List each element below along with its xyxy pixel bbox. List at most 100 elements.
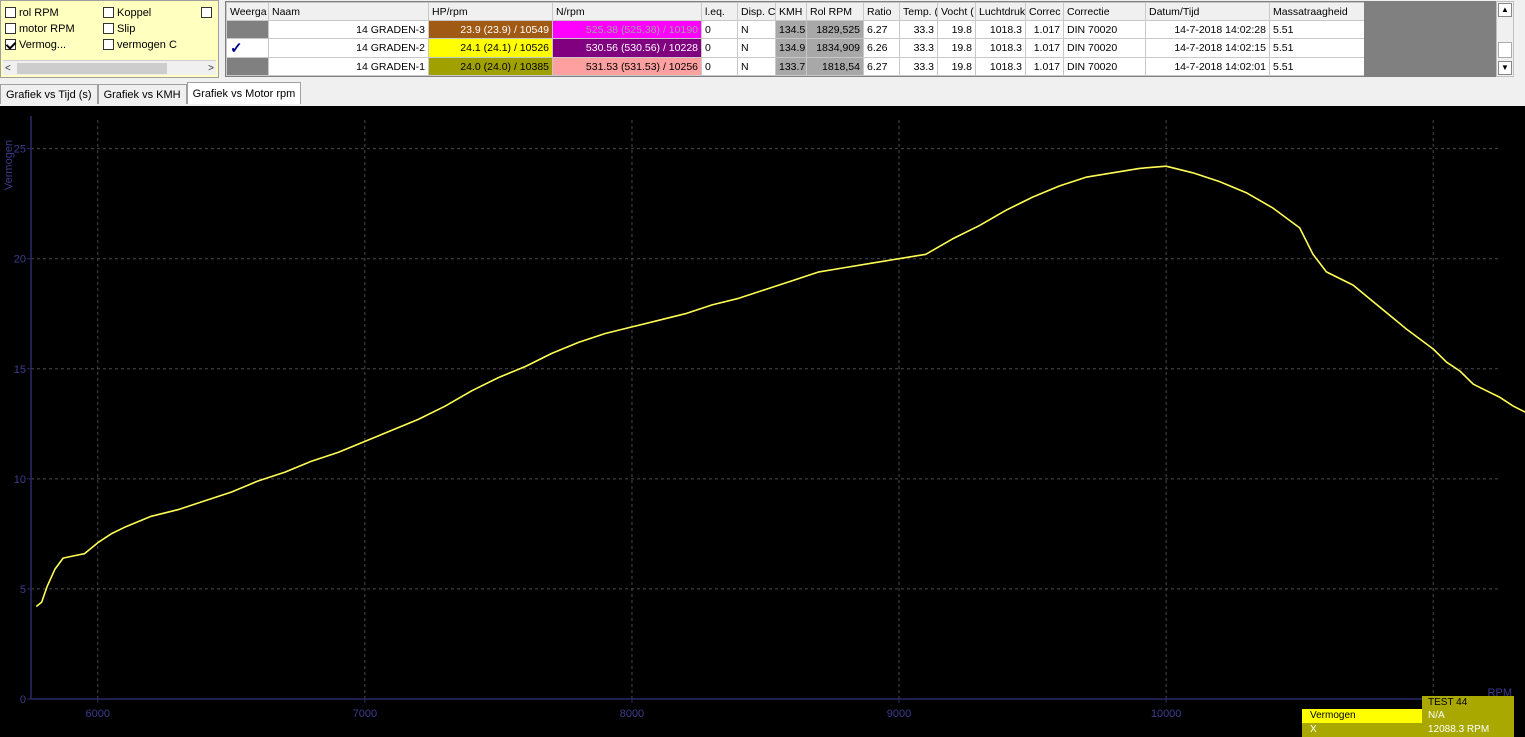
tab-grafiek-vs-tijd[interactable]: Grafiek vs Tijd (s) xyxy=(0,84,98,104)
readout-value: N/A xyxy=(1422,709,1514,723)
runs-vertical-scrollbar[interactable]: ▲ ▼ xyxy=(1496,1,1514,77)
table-row[interactable]: 14 GRADEN-3 23.9 (23.9) / 10549 525.38 (52… xyxy=(226,20,1364,39)
option-koppel[interactable]: Koppel xyxy=(103,5,151,20)
readout-row-x: X 12088.3 RPM xyxy=(1302,723,1514,737)
option-label: vermogen C xyxy=(117,38,177,51)
cell-temp: 33.3 xyxy=(899,57,938,76)
scroll-down-icon[interactable]: ▼ xyxy=(1498,61,1512,75)
column-header[interactable]: Naam xyxy=(268,2,429,21)
cell-correctie: DIN 70020 xyxy=(1063,38,1146,58)
option-label: rol RPM xyxy=(19,6,59,19)
x-tick-label: 8000 xyxy=(620,708,644,720)
readout-label: X xyxy=(1302,723,1422,737)
readout-label: Vermogen xyxy=(1302,709,1422,723)
column-header[interactable]: Weerga xyxy=(226,2,269,21)
cell-n: 531.53 (531.53) / 10256 xyxy=(552,57,702,76)
column-header[interactable]: Correc xyxy=(1025,2,1064,21)
options-horizontal-scrollbar[interactable]: < > xyxy=(3,60,216,75)
runs-table: Weerga Naam HP/rpm N/rpm l.eq. Disp. C KMH Rol … xyxy=(225,1,1365,77)
cell-correctie: DIN 70020 xyxy=(1063,20,1146,39)
column-header[interactable]: Temp. ( xyxy=(899,2,938,21)
cell-massa: 5.51 xyxy=(1269,20,1364,39)
cell-vocht: 19.8 xyxy=(937,38,976,58)
x-tick-label: 9000 xyxy=(887,708,911,720)
scrollbar-thumb[interactable] xyxy=(17,63,167,74)
cell-massa: 5.51 xyxy=(1269,57,1364,76)
option-rol-rpm[interactable]: rol RPM xyxy=(5,5,59,20)
x-tick-label: 10000 xyxy=(1151,708,1182,720)
column-header[interactable]: KMH xyxy=(775,2,807,21)
option-motor-rpm[interactable]: motor RPM xyxy=(5,21,75,36)
column-header[interactable]: Disp. C xyxy=(737,2,776,21)
run-name-badge: TEST 44 xyxy=(1422,696,1514,709)
table-row[interactable]: 14 GRADEN-1 24.0 (24.0) / 10385 531.53 (53… xyxy=(226,57,1364,76)
option-label: Koppel xyxy=(117,6,152,19)
checkbox-rol-rpm[interactable] xyxy=(5,7,16,18)
column-header[interactable]: HP/rpm xyxy=(428,2,553,21)
show-toggle-cell[interactable] xyxy=(226,20,269,39)
column-header[interactable]: Correctie xyxy=(1063,2,1146,21)
checkbox-slip[interactable] xyxy=(103,23,114,34)
column-header[interactable]: Luchtdruk xyxy=(975,2,1026,21)
cell-naam: 14 GRADEN-3 xyxy=(268,20,429,39)
cell-hp: 24.0 (24.0) / 10385 xyxy=(428,57,553,76)
column-header[interactable]: N/rpm xyxy=(552,2,702,21)
option-vermogen-c[interactable]: vermogen C xyxy=(103,37,177,52)
vermogen-series-line xyxy=(35,165,1525,608)
y-tick-label: 5 xyxy=(20,584,26,596)
scrollbar-thumb[interactable] xyxy=(1498,42,1512,58)
cell-correc: 1.017 xyxy=(1025,38,1064,58)
cell-lucht: 1018.3 xyxy=(975,57,1026,76)
checkbox-koppel[interactable] xyxy=(103,7,114,18)
scroll-left-icon[interactable]: < xyxy=(5,63,11,74)
checkbox-vermogen-c[interactable] xyxy=(103,39,114,50)
y-tick-label: 10 xyxy=(14,474,26,486)
cell-correctie: DIN 70020 xyxy=(1063,57,1146,76)
table-row[interactable]: ✓ 14 GRADEN-2 24.1 (24.1) / 10526 530.56 (5… xyxy=(226,38,1364,58)
option-unnamed[interactable] xyxy=(201,5,215,20)
column-header[interactable]: Vocht ( xyxy=(937,2,976,21)
table-header-row: Weerga Naam HP/rpm N/rpm l.eq. Disp. C KMH Rol … xyxy=(226,2,1364,21)
checkbox-vermogen[interactable] xyxy=(5,39,16,50)
cursor-readout: TEST 44 Vermogen N/A X 12088.3 RPM xyxy=(1302,696,1514,737)
column-header[interactable]: Ratio xyxy=(863,2,900,21)
checkbox-unnamed[interactable] xyxy=(201,7,212,18)
option-label: motor RPM xyxy=(19,22,75,35)
cell-leq: 0 xyxy=(701,38,738,58)
cell-hp: 24.1 (24.1) / 10526 xyxy=(428,38,553,58)
column-header[interactable]: Massatraagheid xyxy=(1269,2,1364,21)
cell-rolrpm: 1829,525 xyxy=(806,20,864,39)
scroll-right-icon[interactable]: > xyxy=(208,63,214,74)
chart-canvas[interactable]: 600070008000900010000110000510152025 Ver… xyxy=(0,106,1525,737)
cell-temp: 33.3 xyxy=(899,38,938,58)
x-tick-label: 6000 xyxy=(86,708,110,720)
cell-datum: 14-7-2018 14:02:01 xyxy=(1145,57,1270,76)
option-slip[interactable]: Slip xyxy=(103,21,135,36)
table-empty-area xyxy=(1365,1,1496,77)
scroll-up-icon[interactable]: ▲ xyxy=(1498,3,1512,17)
option-vermogen[interactable]: Vermog... xyxy=(5,37,66,52)
column-header[interactable]: Rol RPM xyxy=(806,2,864,21)
cell-naam: 14 GRADEN-1 xyxy=(268,57,429,76)
channel-options-panel: rol RPM Koppel motor RPM Slip Vermog... … xyxy=(0,0,219,78)
cell-rolrpm: 1834,909 xyxy=(806,38,864,58)
cell-kmh: 133.7 xyxy=(775,57,807,76)
tab-grafiek-vs-kmh[interactable]: Grafiek vs KMH xyxy=(97,84,187,104)
cell-n: 530.56 (530.56) / 10228 xyxy=(552,38,702,58)
column-header[interactable]: l.eq. xyxy=(701,2,738,21)
cell-datum: 14-7-2018 14:02:28 xyxy=(1145,20,1270,39)
cell-rolrpm: 1818,54 xyxy=(806,57,864,76)
show-toggle-cell[interactable]: ✓ xyxy=(226,38,269,58)
tab-grafiek-vs-motor-rpm[interactable]: Grafiek vs Motor rpm xyxy=(186,82,302,104)
show-toggle-cell[interactable] xyxy=(226,57,269,76)
cell-ratio: 6.26 xyxy=(863,38,900,58)
graph-tabs: Grafiek vs Tijd (s) Grafiek vs KMH Grafi… xyxy=(0,82,302,105)
cell-kmh: 134.9 xyxy=(775,38,807,58)
checkbox-motor-rpm[interactable] xyxy=(5,23,16,34)
y-axis-label: Vermogen xyxy=(3,140,15,190)
power-vs-rpm-chart[interactable]: 600070008000900010000110000510152025 Ver… xyxy=(0,106,1525,737)
cell-massa: 5.51 xyxy=(1269,38,1364,58)
column-header[interactable]: Datum/Tijd xyxy=(1145,2,1270,21)
cell-correc: 1.017 xyxy=(1025,57,1064,76)
cell-disp: N xyxy=(737,57,776,76)
